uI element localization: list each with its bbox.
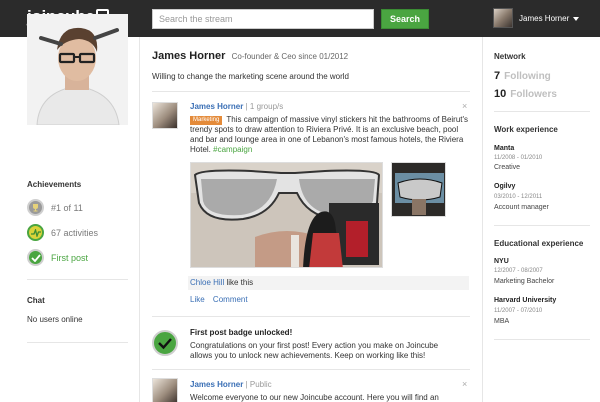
post-author[interactable]: James Horner [190,102,243,111]
profile-photo[interactable] [27,14,128,125]
achievement-label: #1 of 11 [51,202,83,213]
badge-text: Congratulations on your first post! Ever… [190,341,439,360]
search-input[interactable] [152,9,374,29]
achievement-rank[interactable]: #1 of 11 [27,199,83,216]
education-school[interactable]: NYU [494,258,509,265]
achievements-title: Achievements [27,180,82,189]
followers-count: 10 [494,88,507,100]
education-school[interactable]: Harvard University [494,297,556,304]
user-name: James Horner [519,13,570,23]
user-menu[interactable]: James Horner [493,8,580,28]
chat-status: No users online [27,315,83,324]
check-icon [152,330,178,356]
check-icon [27,249,44,266]
divider [494,111,590,112]
badge-title: First post badge unlocked! [190,328,293,337]
chat-title: Chat [27,296,45,305]
avatar[interactable] [152,378,178,402]
activity-icon [27,224,44,241]
post-header: James Horner | 1 group/s [190,102,283,111]
achievement-first-post[interactable]: First post [27,249,88,266]
like-button[interactable]: Like [190,295,205,304]
post-meta: | Public [245,380,272,389]
search-button[interactable]: Search [381,9,429,29]
post-text: Welcome everyone to our new Joincube acc… [190,393,439,402]
divider [27,342,128,343]
divider [152,369,470,370]
divider [152,316,470,317]
close-icon[interactable]: × [462,101,467,111]
work-company[interactable]: Manta [494,145,514,152]
education-degree: MBA [494,318,510,325]
post-image-thumbnail[interactable] [391,162,446,217]
post-header: James Horner | Public [190,380,272,389]
likes-text: like this [224,278,254,287]
divider [152,91,470,92]
work-dates: 11/2008 - 01/2010 [494,155,543,161]
profile-header: James Horner Co-founder & Ceo since 01/2… [152,50,348,62]
followers-label: Followers [510,89,557,100]
post-actions: Like Comment [190,295,254,304]
following-label: Following [504,71,551,82]
divider [494,339,590,340]
education-dates: 12/2007 - 08/2007 [494,268,543,274]
work-company[interactable]: Ogilvy [494,183,515,190]
divider [27,279,128,280]
post-author[interactable]: James Horner [190,380,243,389]
divider [494,225,590,226]
following-stat[interactable]: 7 Following [494,70,551,82]
achievement-activities[interactable]: 67 activities [27,224,98,241]
trophy-icon [27,199,44,216]
profile-tagline: Willing to change the marketing scene ar… [152,72,349,81]
avatar [493,8,513,28]
followers-stat[interactable]: 10 Followers [494,88,557,100]
comment-button[interactable]: Comment [213,295,248,304]
education-degree: Marketing Bachelor [494,278,555,285]
work-role: Account manager [494,204,549,211]
achievement-label: First post [51,252,89,263]
chevron-down-icon [573,17,580,21]
post-meta: | 1 group/s [245,102,284,111]
work-title: Work experience [494,125,558,134]
post-tag[interactable]: Marketing [190,116,223,125]
avatar[interactable] [152,102,178,129]
work-dates: 03/2010 - 12/2011 [494,194,543,200]
close-icon[interactable]: × [462,379,467,389]
profile-role: Co-founder & Ceo since 01/2012 [231,52,349,61]
profile-name: James Horner [152,50,226,62]
post-text: Marketing This campaign of massive vinyl… [190,115,470,155]
post-image[interactable] [190,162,383,268]
following-count: 7 [494,70,501,82]
education-title: Educational experience [494,239,584,248]
liker-link[interactable]: Chloe Hill [190,278,224,287]
education-dates: 11/2007 - 07/2010 [494,308,543,314]
work-role: Creative [494,164,521,171]
likes-bar: Chloe Hill like this [188,276,469,290]
hashtag-link[interactable]: #campaign [213,145,252,154]
network-title: Network [494,52,526,61]
achievement-label: 67 activities [51,227,99,238]
